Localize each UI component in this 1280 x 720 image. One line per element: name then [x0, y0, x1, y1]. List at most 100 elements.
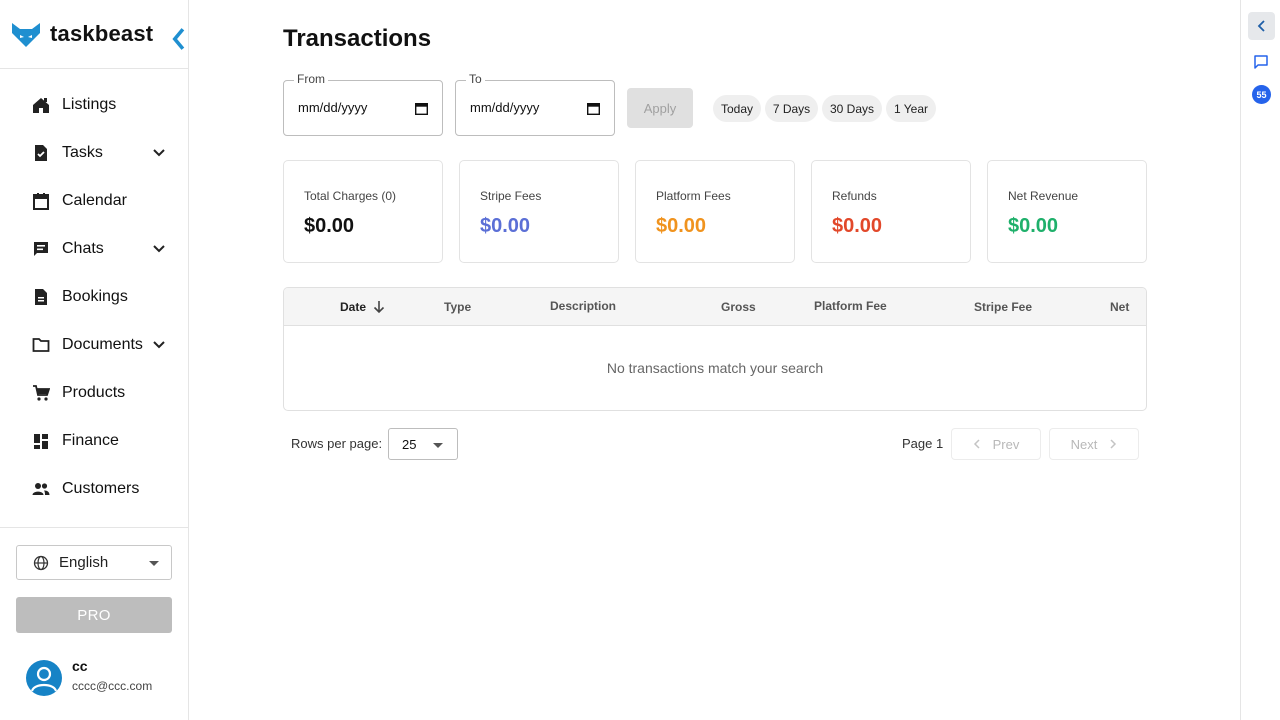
- sidebar-item-label: Chats: [62, 240, 104, 257]
- card-value: $0.00: [1008, 215, 1059, 237]
- user-email: cccc@ccc.com: [72, 679, 153, 693]
- calendar-icon[interactable]: [415, 102, 428, 115]
- user-profile[interactable]: cc cccc@ccc.com: [26, 658, 152, 696]
- sidebar-item-tasks[interactable]: Tasks: [0, 129, 188, 177]
- chevron-left-icon: [973, 439, 980, 449]
- sidebar-item-label: Calendar: [62, 192, 127, 209]
- language-select[interactable]: English: [16, 545, 172, 580]
- pro-button[interactable]: PRO: [16, 597, 172, 633]
- column-header-platform-fee[interactable]: Platform Fee: [814, 299, 887, 313]
- calendar-icon[interactable]: [587, 102, 600, 115]
- range-chip-1-year[interactable]: 1 Year: [886, 95, 936, 122]
- sidebar-item-label: Finance: [62, 432, 119, 449]
- sidebar-item-label: Documents: [62, 336, 143, 353]
- to-date-value: mm/dd/yyyy: [470, 100, 540, 115]
- prev-label: Prev: [992, 436, 1020, 452]
- to-date-field[interactable]: To mm/dd/yyyy: [455, 72, 615, 136]
- chevron-left-icon: [172, 28, 185, 50]
- card-value: $0.00: [656, 215, 707, 237]
- summary-card-total-charges: Total Charges (0) $0.00: [283, 160, 443, 263]
- sort-down-arrow-icon[interactable]: [372, 300, 386, 314]
- rows-per-page-select[interactable]: 25: [388, 428, 458, 460]
- table-header: Date Type Description Gross Platform Fee…: [284, 288, 1146, 326]
- sidebar-item-listings[interactable]: Listings: [0, 81, 188, 129]
- rows-per-page-value: 25: [402, 437, 417, 452]
- apply-button[interactable]: Apply: [627, 88, 693, 128]
- column-header-type[interactable]: Type: [444, 300, 471, 314]
- column-header-description[interactable]: Description: [550, 299, 616, 313]
- from-date-label: From: [294, 72, 328, 86]
- range-chip-7-days[interactable]: 7 Days: [765, 95, 818, 122]
- range-chip-today[interactable]: Today: [713, 95, 761, 122]
- empty-state-message: No transactions match your search: [606, 360, 824, 376]
- card-value: $0.00: [480, 215, 531, 237]
- sidebar-item-products[interactable]: Products: [0, 369, 188, 417]
- home-icon: [32, 96, 50, 114]
- chevron-down-icon[interactable]: [151, 337, 167, 353]
- from-date-value: mm/dd/yyyy: [298, 100, 368, 115]
- card-label: Stripe Fees: [480, 189, 542, 203]
- page-title: Transactions: [283, 25, 432, 52]
- sidebar-item-chats[interactable]: Chats: [0, 225, 188, 273]
- sidebar-item-label: Tasks: [62, 144, 103, 161]
- dropdown-caret-icon: [433, 443, 443, 448]
- brand-header: taskbeast: [0, 0, 188, 69]
- notification-badge[interactable]: 55: [1252, 85, 1271, 104]
- sidebar-collapse-button[interactable]: [164, 24, 185, 50]
- card-value: $0.00: [832, 215, 883, 237]
- sidebar-nav: Listings Tasks Calendar Chats Bookings D…: [0, 69, 188, 513]
- chat-icon: [32, 240, 50, 258]
- card-label: Refunds: [832, 189, 877, 203]
- to-date-label: To: [466, 72, 485, 86]
- avatar: [26, 660, 62, 696]
- transactions-table: Date Type Description Gross Platform Fee…: [283, 287, 1147, 411]
- brand-name: taskbeast: [50, 21, 154, 46]
- rows-per-page-label: Rows per page:: [291, 436, 383, 451]
- rail-toggle-button[interactable]: [1248, 12, 1275, 40]
- summary-card-stripe-fees: Stripe Fees $0.00: [459, 160, 619, 263]
- language-label: English: [59, 554, 109, 571]
- card-label: Net Revenue: [1008, 189, 1079, 203]
- card-label: Total Charges (0): [304, 189, 397, 203]
- sidebar-item-documents[interactable]: Documents: [0, 321, 188, 369]
- sidebar-item-label: Customers: [62, 480, 140, 497]
- column-header-stripe-fee[interactable]: Stripe Fee: [974, 300, 1032, 314]
- sidebar-item-label: Bookings: [62, 288, 128, 305]
- people-icon: [32, 480, 50, 498]
- chevron-down-icon[interactable]: [151, 145, 167, 161]
- calendar-icon: [32, 192, 50, 210]
- sidebar: taskbeast Listings Tasks Calendar Chats …: [0, 0, 189, 720]
- folder-icon: [32, 336, 50, 354]
- next-label: Next: [1070, 436, 1098, 452]
- sidebar-item-customers[interactable]: Customers: [0, 465, 188, 513]
- column-header-net[interactable]: Net: [1110, 300, 1129, 314]
- summary-card-net-revenue: Net Revenue $0.00: [987, 160, 1147, 263]
- summary-card-refunds: Refunds $0.00: [811, 160, 971, 263]
- sidebar-item-bookings[interactable]: Bookings: [0, 273, 188, 321]
- sidebar-item-label: Listings: [62, 96, 117, 113]
- prev-page-button[interactable]: Prev: [951, 428, 1041, 460]
- fox-logo-icon: [12, 23, 40, 47]
- chevron-left-icon: [1257, 20, 1265, 32]
- card-label: Platform Fees: [656, 189, 731, 203]
- chat-bubble-icon[interactable]: [1253, 54, 1269, 70]
- sidebar-item-calendar[interactable]: Calendar: [0, 177, 188, 225]
- summary-card-platform-fees: Platform Fees $0.00: [635, 160, 795, 263]
- column-header-gross[interactable]: Gross: [721, 300, 756, 314]
- dropdown-caret-icon: [149, 561, 159, 566]
- card-value: $0.00: [304, 215, 355, 237]
- document-icon: [32, 288, 50, 306]
- user-icon: [30, 666, 58, 692]
- chevron-down-icon[interactable]: [151, 241, 167, 257]
- globe-icon: [33, 555, 49, 570]
- from-date-field[interactable]: From mm/dd/yyyy: [283, 72, 443, 136]
- page-indicator: Page 1: [902, 436, 944, 451]
- user-name: cc: [72, 658, 88, 674]
- task-icon: [32, 144, 50, 162]
- chevron-right-icon: [1110, 439, 1117, 449]
- sidebar-item-finance[interactable]: Finance: [0, 417, 188, 465]
- column-header-date[interactable]: Date: [340, 300, 366, 314]
- next-page-button[interactable]: Next: [1049, 428, 1139, 460]
- range-chip-30-days[interactable]: 30 Days: [822, 95, 882, 122]
- sidebar-footer: English PRO cc cccc@ccc.com: [0, 527, 188, 696]
